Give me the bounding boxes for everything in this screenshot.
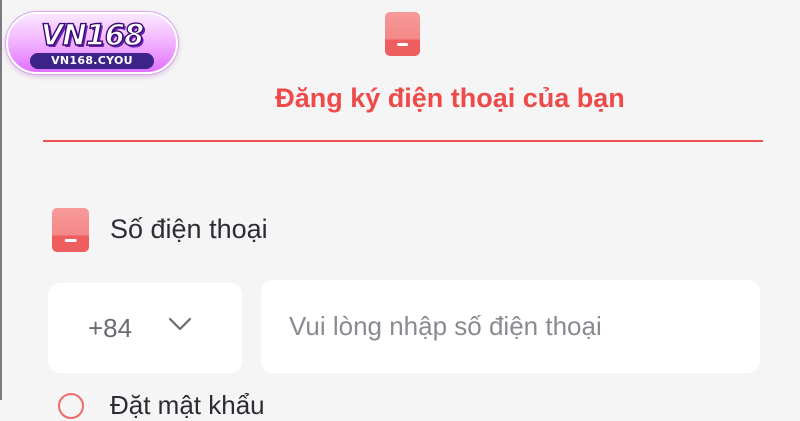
mobile-phone-icon	[52, 208, 89, 252]
logo-url: VN168.CYOU	[30, 53, 154, 69]
password-label: Đặt mật khẩu	[110, 390, 265, 420]
phone-number-label: Số điện thoại	[110, 214, 268, 244]
title-divider	[43, 140, 763, 142]
page-title: Đăng ký điện thoại của bạn	[275, 83, 625, 113]
chevron-down-icon	[168, 317, 192, 331]
country-code-value: +84	[88, 313, 133, 343]
mobile-phone-icon	[385, 12, 420, 56]
window-edge	[0, 0, 2, 400]
brand-logo[interactable]: VN168 VN168.CYOU	[6, 12, 178, 74]
logo-wordmark: VN168	[40, 17, 145, 52]
country-code-select[interactable]: +84	[48, 283, 242, 373]
phone-number-input[interactable]	[261, 280, 760, 373]
circle-icon	[58, 393, 84, 419]
